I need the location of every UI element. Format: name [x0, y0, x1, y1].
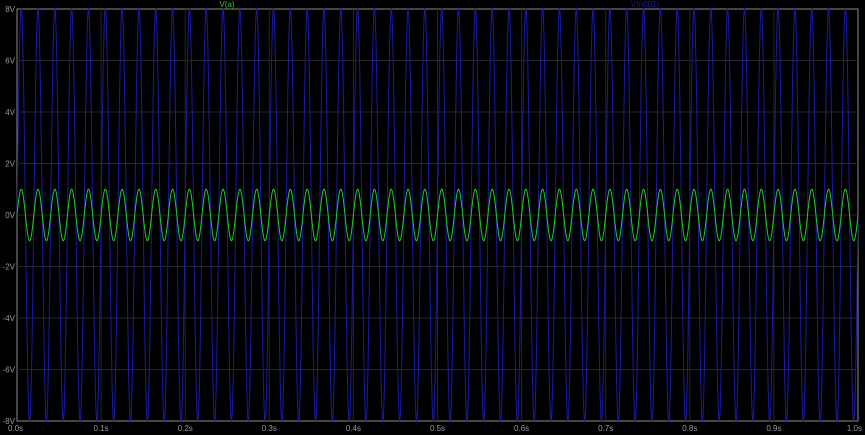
- x-tick-label: 0.0s: [8, 424, 23, 433]
- x-tick-label: 1.0s: [847, 424, 862, 433]
- y-tick-label: -4V: [3, 314, 16, 323]
- x-tick-label: 0.5s: [430, 424, 445, 433]
- y-tick-label: 4V: [5, 108, 15, 117]
- y-tick-label: -6V: [3, 366, 16, 375]
- plot-area[interactable]: 8V6V4V2V0V-2V-4V-6V-8V 0.0s 0.1s 0.2s 0.3s 0…: [0, 0, 865, 435]
- legend: V(a) V(n001): [219, 0, 659, 9]
- x-tick-label: 0.7s: [598, 424, 613, 433]
- legend-label-va[interactable]: V(a): [219, 0, 234, 9]
- y-tick-label: -2V: [3, 263, 16, 272]
- x-tick-label: 0.2s: [178, 424, 193, 433]
- x-tick-label: 0.9s: [766, 424, 781, 433]
- x-tick-label: 0.1s: [94, 424, 109, 433]
- legend-label-vn001[interactable]: V(n001): [631, 0, 660, 9]
- x-tick-label: 0.8s: [682, 424, 697, 433]
- x-axis: 0.0s 0.1s 0.2s 0.3s 0.4s 0.5s 0.6s 0.7s 0.8s 0.9s…: [8, 424, 862, 433]
- y-axis: 8V6V4V2V0V-2V-4V-6V-8V: [3, 5, 16, 426]
- x-tick-label: 0.4s: [346, 424, 361, 433]
- x-tick-label: 0.3s: [262, 424, 277, 433]
- x-tick-label: 0.6s: [514, 424, 529, 433]
- y-tick-label: 0V: [5, 211, 15, 220]
- y-tick-label: 6V: [5, 57, 15, 66]
- y-tick-label: 2V: [5, 160, 15, 169]
- y-tick-label: 8V: [5, 5, 15, 14]
